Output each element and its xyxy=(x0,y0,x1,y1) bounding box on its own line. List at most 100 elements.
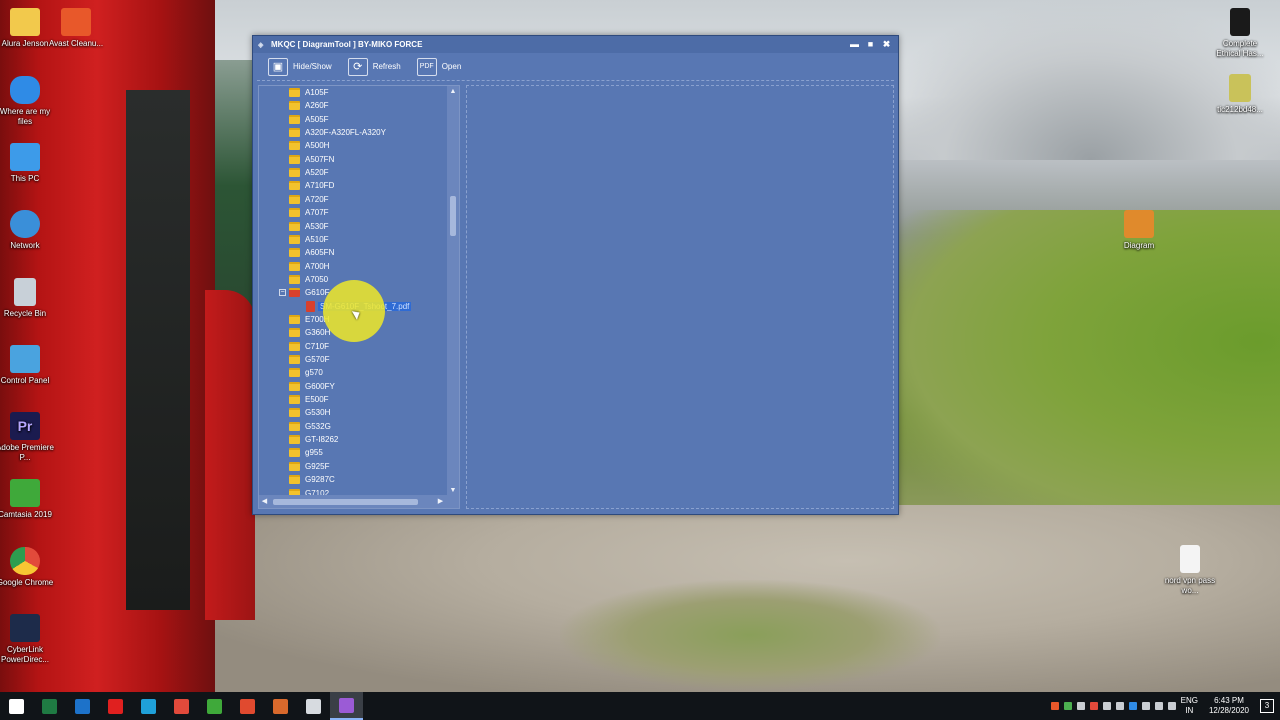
wifi-icon[interactable] xyxy=(1154,702,1163,710)
tree-folder[interactable]: g955 xyxy=(289,446,323,459)
system-clock[interactable]: 6:43 PM 12/28/2020 xyxy=(1209,696,1249,716)
desktop-icon-recycle-bin[interactable]: Recycle Bin xyxy=(0,278,55,319)
tree-folder[interactable]: A530F xyxy=(289,220,329,233)
tree-folder[interactable]: G532G xyxy=(289,420,331,433)
scroll-right-icon[interactable]: ▶ xyxy=(435,495,446,508)
folder-icon xyxy=(289,181,300,191)
maximize-button[interactable]: ■ xyxy=(866,39,875,50)
volume-icon[interactable] xyxy=(1167,702,1176,710)
battery-icon[interactable] xyxy=(1102,702,1111,710)
desktop-icon-nordvpn-note[interactable]: nord vpn pass wo... xyxy=(1160,545,1220,595)
tree-folder[interactable]: A320F-A320FL-A320Y xyxy=(289,126,386,139)
desktop-icon-powerdirector[interactable]: CyberLink PowerDirec... xyxy=(0,614,55,664)
chevron-up-icon[interactable] xyxy=(1076,702,1085,710)
desktop-icon-image-file[interactable]: tic212bd48... xyxy=(1210,74,1270,115)
tree-folder[interactable]: A507FN xyxy=(289,153,334,166)
diagram-viewer-area[interactable] xyxy=(466,85,894,509)
desktop-icon-premiere[interactable]: Pr Adobe Premiere P... xyxy=(0,412,55,462)
tree-folder[interactable]: A700H xyxy=(289,260,329,273)
tree-folder[interactable]: G360H xyxy=(289,326,330,339)
avast-tray-icon[interactable] xyxy=(1050,702,1059,710)
open-label: Open xyxy=(441,62,462,71)
taskbar-diagram-tool-button[interactable] xyxy=(330,692,363,720)
desktop-icon-network[interactable]: Network xyxy=(0,210,55,251)
app-logo-icon: ◈ xyxy=(258,41,264,49)
tree-folder[interactable]: A605FN xyxy=(289,246,334,259)
language-code: ENG xyxy=(1180,696,1198,705)
taskbar-opera-button[interactable] xyxy=(99,692,132,720)
taskbar-excel-button[interactable] xyxy=(33,692,66,720)
desktop-icon-control-panel[interactable]: Control Panel xyxy=(0,345,55,386)
language-indicator[interactable]: ENG IN xyxy=(1181,696,1198,716)
tree-folder[interactable]: E500F xyxy=(289,393,329,406)
collapse-icon[interactable]: − xyxy=(279,289,286,297)
desktop-icon-onedrive[interactable]: Where are my files xyxy=(0,76,55,126)
taskbar: ENG IN 6:43 PM 12/28/2020 3 xyxy=(0,692,1280,720)
taskbar-apps xyxy=(0,692,363,720)
device-icon[interactable] xyxy=(1115,702,1124,710)
hide-show-button[interactable]: ▣ Hide/Show xyxy=(264,56,336,78)
tree-folder[interactable]: C710F xyxy=(289,340,329,353)
diagram-tool-icon xyxy=(1124,210,1154,238)
tree-horizontal-scrollbar[interactable]: ◀ ▶ xyxy=(259,495,459,508)
desktop-icon-diagram[interactable]: Diagram xyxy=(1109,210,1169,251)
desktop-icon-chrome[interactable]: Google Chrome xyxy=(0,547,55,588)
taskbar-camtasia-button[interactable] xyxy=(198,692,231,720)
title-bar[interactable]: ◈ MKQC [ DiagramTool ] BY-MIKO FORCE ▬ ■… xyxy=(253,36,898,53)
tree-folder[interactable]: G925F xyxy=(289,460,329,473)
tree-folder[interactable]: GT-I8262 xyxy=(289,433,338,446)
taskbar-chrome-button[interactable] xyxy=(165,692,198,720)
folder-icon xyxy=(289,395,300,405)
taskbar-media-tool-button[interactable] xyxy=(264,692,297,720)
taskbar-edge-button[interactable] xyxy=(132,692,165,720)
tree-folder[interactable]: A710FD xyxy=(289,179,334,192)
edge-icon xyxy=(141,698,156,714)
tree-folder[interactable]: A707F xyxy=(289,206,329,219)
tree-vertical-scrollbar[interactable]: ▲ ▼ xyxy=(447,86,459,496)
tree-folder[interactable]: A105F xyxy=(289,86,329,99)
desktop-icon-ethical-hacking[interactable]: Complete Ethical Has... xyxy=(1210,8,1270,58)
tree-folder[interactable]: A510F xyxy=(289,233,329,246)
text-file-icon xyxy=(1180,545,1200,573)
desktop-icon-avast[interactable]: Avast Cleanu... xyxy=(46,8,106,49)
tree-folder[interactable]: G600FY xyxy=(289,380,335,393)
desktop-icon-label: nord vpn pass wo... xyxy=(1164,576,1216,595)
taskbar-windows-start-button[interactable] xyxy=(0,692,33,720)
taskbar-app-blue-circle-button[interactable] xyxy=(66,692,99,720)
tray-app-icon[interactable] xyxy=(1063,702,1072,710)
onedrive-tray-icon[interactable] xyxy=(1128,702,1137,710)
desktop-icon-this-pc[interactable]: This PC xyxy=(0,143,55,184)
tree-folder[interactable]: A260F xyxy=(289,99,329,112)
scroll-left-icon[interactable]: ◀ xyxy=(259,495,270,508)
horizontal-scroll-thumb[interactable] xyxy=(273,499,418,505)
region-code: IN xyxy=(1185,706,1194,715)
refresh-button[interactable]: ⟳ Refresh xyxy=(344,56,405,78)
network-tray-icon[interactable] xyxy=(1141,702,1150,710)
tree-node-label: g955 xyxy=(305,448,323,458)
taskbar-shield-button[interactable] xyxy=(297,692,330,720)
taskbar-recorder-button[interactable] xyxy=(231,692,264,720)
minimize-button[interactable]: ▬ xyxy=(850,39,859,50)
folder-icon xyxy=(289,208,300,218)
tree-folder[interactable]: G570F xyxy=(289,353,329,366)
tree-folder[interactable]: A520F xyxy=(289,166,329,179)
tree-folder[interactable]: A7050 xyxy=(289,273,328,286)
tree-folder[interactable]: A500H xyxy=(289,139,329,152)
tree-folder-expanded[interactable]: − G610F xyxy=(279,286,329,299)
tree-folder[interactable]: A720F xyxy=(289,193,329,206)
close-button[interactable]: ✖ xyxy=(882,39,891,50)
tree-node-label: A520F xyxy=(305,168,329,178)
folder-icon xyxy=(289,408,300,418)
tree-node-label: C710F xyxy=(305,341,330,351)
tray-red-icon[interactable] xyxy=(1089,702,1098,710)
desktop-icon-camtasia[interactable]: Camtasia 2019 xyxy=(0,479,55,520)
notification-center-icon[interactable]: 3 xyxy=(1260,699,1274,713)
vertical-scroll-thumb[interactable] xyxy=(450,196,456,236)
open-button[interactable]: PDF Open xyxy=(413,56,466,78)
clock-time: 6:43 PM xyxy=(1214,696,1244,705)
tree-folder[interactable]: G9287C xyxy=(289,473,335,486)
tree-folder[interactable]: g570 xyxy=(289,366,323,379)
scroll-up-icon[interactable]: ▲ xyxy=(447,86,459,97)
tree-folder[interactable]: A505F xyxy=(289,113,329,126)
tree-folder[interactable]: G530H xyxy=(289,406,330,419)
